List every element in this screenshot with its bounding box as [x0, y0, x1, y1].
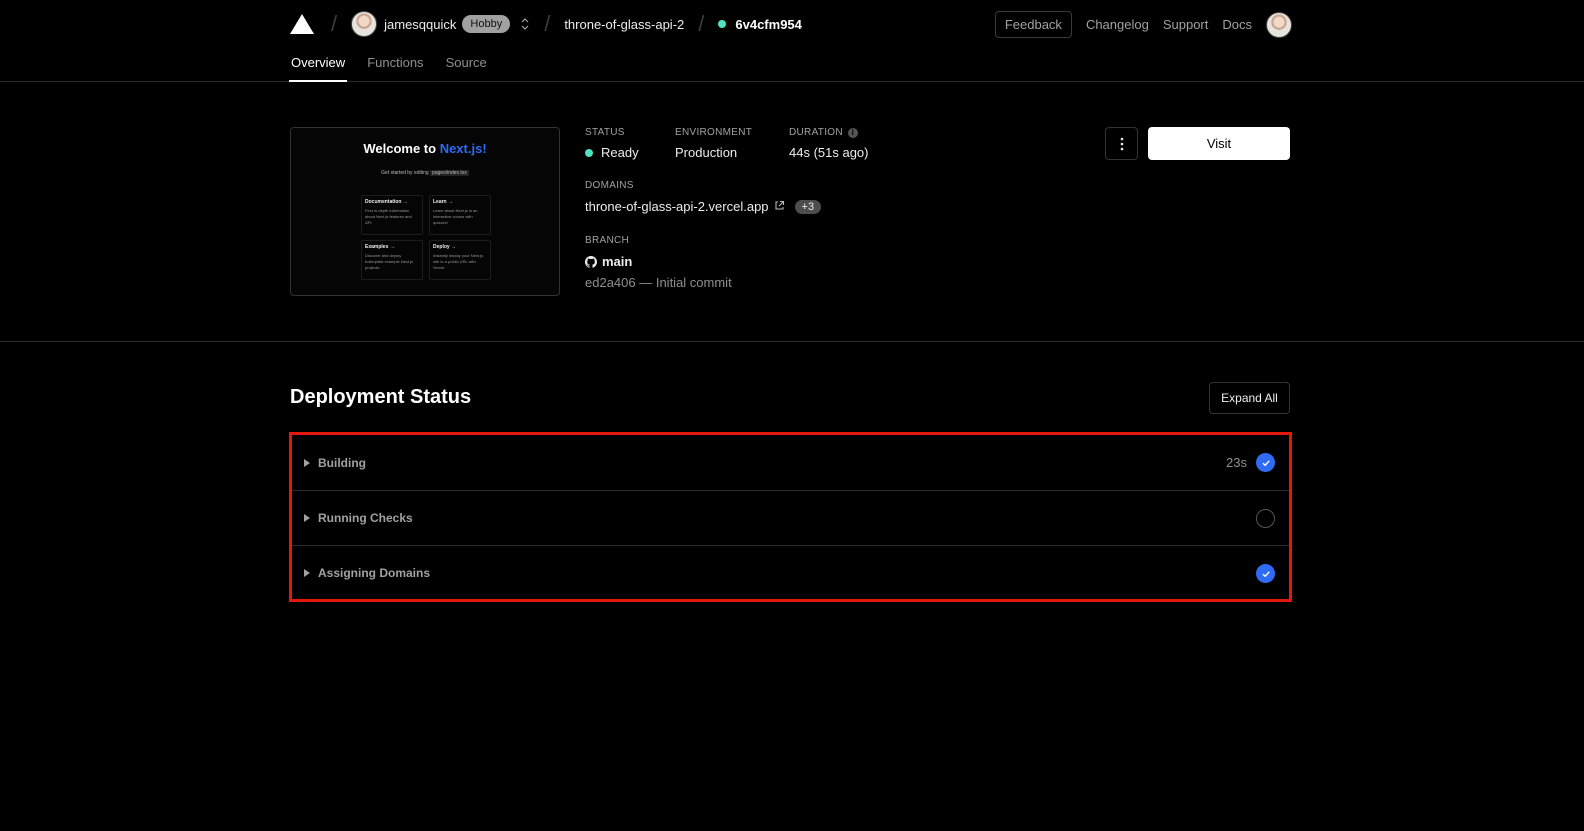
- duration-label: DURATION i: [789, 127, 858, 138]
- section-divider: [0, 341, 1584, 342]
- project-link[interactable]: throne-of-glass-api-2: [564, 17, 684, 32]
- status-ready-dot: [585, 148, 593, 157]
- feedback-button[interactable]: Feedback: [994, 11, 1072, 38]
- deployment-preview-thumbnail[interactable]: Welcome to Next.js! Get started by editi…: [290, 127, 560, 296]
- expand-all-button[interactable]: Expand All: [1209, 382, 1290, 414]
- step-duration: 23s: [1226, 455, 1247, 470]
- branch-label: BRANCH: [585, 235, 630, 246]
- breadcrumb: / jamesqquick Hobby / throne-of-glass-ap…: [289, 10, 802, 38]
- nav-support-link[interactable]: Support: [1163, 17, 1209, 32]
- tab-functions[interactable]: Functions: [365, 52, 425, 82]
- tab-bar: Overview Functions Source: [289, 52, 507, 82]
- branch-name[interactable]: main: [602, 254, 632, 269]
- more-options-button[interactable]: [1105, 127, 1138, 160]
- github-icon: [585, 255, 597, 268]
- expand-caret-icon: [304, 514, 310, 522]
- pending-circle-icon: [1256, 509, 1275, 528]
- nav-changelog-link[interactable]: Changelog: [1086, 17, 1149, 32]
- preview-title: Welcome to Next.js!: [363, 141, 487, 156]
- preview-card: Learn → Learn about Next.js in an interac…: [429, 195, 491, 235]
- info-icon[interactable]: i: [847, 127, 858, 138]
- step-status: 23s: [1226, 435, 1275, 490]
- preview-card: Documentation → Find in-depth information…: [361, 195, 423, 235]
- step-label: Building: [318, 455, 366, 470]
- external-link-icon[interactable]: [774, 200, 785, 214]
- step-assigning-domains[interactable]: Assigning Domains: [292, 545, 1289, 600]
- expand-caret-icon: [304, 458, 310, 467]
- commit-message[interactable]: ed2a406 — Initial commit: [585, 275, 732, 290]
- more-vertical-icon: [1120, 137, 1123, 150]
- visit-button[interactable]: Visit: [1148, 127, 1290, 160]
- top-nav: Feedback Changelog Support Docs: [994, 11, 1292, 38]
- scope-switcher-icon[interactable]: [520, 18, 530, 30]
- breadcrumb-separator: /: [331, 11, 338, 36]
- user-avatar[interactable]: [351, 11, 378, 37]
- step-label: Running Checks: [318, 511, 413, 525]
- step-label: Assigning Domains: [318, 566, 431, 580]
- duration-value: 44s (51s ago): [789, 145, 869, 160]
- step-status: [1256, 491, 1275, 546]
- domains-label: DOMAINS: [585, 180, 634, 191]
- account-avatar[interactable]: [1266, 11, 1292, 38]
- preview-card: Examples → Discover and deploy boilerplat…: [361, 240, 423, 280]
- vercel-logo-icon[interactable]: [289, 13, 315, 35]
- username-label[interactable]: jamesqquick: [384, 17, 456, 32]
- branch-row: main: [585, 254, 632, 269]
- nav-docs-link[interactable]: Docs: [1222, 17, 1252, 32]
- domains-row: throne-of-glass-api-2.vercel.app +3: [585, 199, 822, 214]
- deployment-steps-list: Building 23s Running Checks Assigning Do…: [289, 432, 1292, 602]
- plan-badge: Hobby: [462, 15, 511, 33]
- step-status: [1256, 546, 1275, 601]
- check-circle-icon: [1256, 564, 1275, 583]
- breadcrumb-separator: /: [544, 11, 551, 36]
- preview-subtitle: Get started by editing pages/index.tsx: [381, 170, 469, 176]
- breadcrumb-separator: /: [698, 11, 705, 36]
- deployment-status-title: Deployment Status: [290, 386, 472, 408]
- step-building[interactable]: Building 23s: [292, 435, 1289, 490]
- deployment-status-dot: [718, 20, 727, 28]
- more-domains-badge[interactable]: +3: [794, 199, 822, 214]
- preview-card: Deploy → Instantly deploy your Next.js si…: [429, 240, 491, 280]
- status-label: STATUS: [585, 127, 625, 138]
- top-header: / jamesqquick Hobby / throne-of-glass-ap…: [0, 0, 1584, 82]
- domain-link[interactable]: throne-of-glass-api-2.vercel.app: [585, 199, 769, 214]
- check-circle-icon: [1256, 453, 1275, 472]
- tab-overview[interactable]: Overview: [289, 52, 348, 82]
- expand-caret-icon: [304, 569, 310, 577]
- status-value: Ready: [585, 145, 639, 160]
- environment-value: Production: [675, 145, 738, 160]
- environment-label: ENVIRONMENT: [675, 127, 753, 138]
- tab-source[interactable]: Source: [444, 52, 489, 82]
- step-running-checks[interactable]: Running Checks: [292, 490, 1289, 545]
- deployment-id[interactable]: 6v4cfm954: [735, 17, 802, 32]
